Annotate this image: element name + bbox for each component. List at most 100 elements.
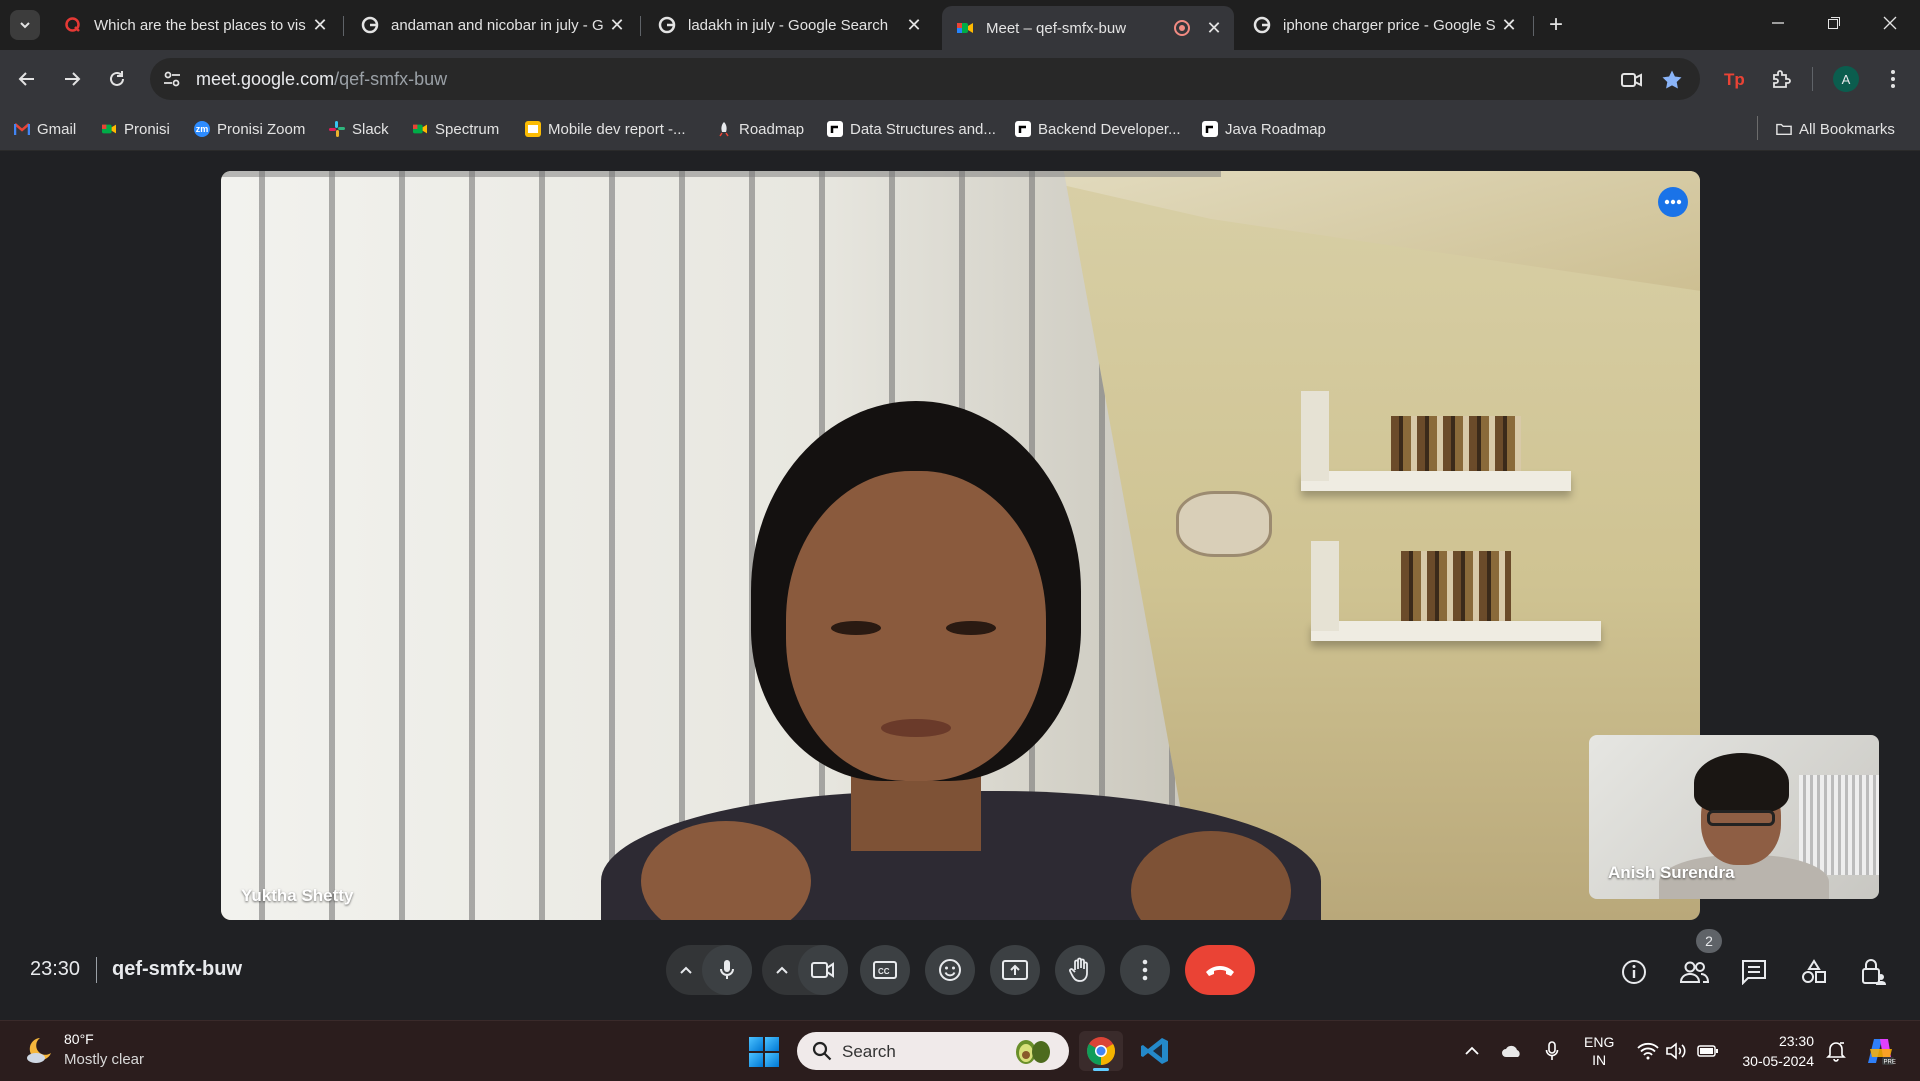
tab-quora[interactable]: Which are the best places to vis ✕ [50,6,340,44]
language-indicator[interactable]: ENG IN [1584,1033,1614,1069]
self-video-tile[interactable]: Anish Surendra [1589,735,1879,899]
taskbar-chrome[interactable] [1079,1031,1123,1071]
reload-button[interactable] [101,63,133,95]
all-bookmarks-button[interactable]: All Bookmarks [1776,116,1895,142]
chat-button[interactable] [1737,955,1771,989]
bookmark-backend-developer[interactable]: Backend Developer... [1015,116,1181,142]
tab-andaman[interactable]: andaman and nicobar in july - G ✕ [347,6,637,44]
bookmark-label: Java Roadmap [1225,120,1326,138]
close-tab-icon[interactable]: ✕ [904,15,924,35]
leave-call-button[interactable] [1185,945,1255,995]
tab-ladakh[interactable]: ladakh in july - Google Search ✕ [644,6,934,44]
forward-button[interactable] [56,63,88,95]
tab-iphone-charger[interactable]: iphone charger price - Google S ✕ [1239,6,1529,44]
bookmark-mobile-dev-report[interactable]: Mobile dev report -... [525,116,686,142]
more-horizontal-icon [1664,199,1682,205]
tab-divider [640,16,641,36]
people-button[interactable] [1677,955,1711,989]
back-button[interactable] [11,63,43,95]
bookmark-pronisi[interactable]: Pronisi [101,116,170,142]
bookmark-data-structures[interactable]: Data Structures and... [827,116,996,142]
microphone-button[interactable] [702,945,752,995]
close-tab-icon[interactable]: ✕ [310,15,330,35]
host-controls-button[interactable] [1857,955,1891,989]
system-clock[interactable]: 23:30 30-05-2024 [1738,1031,1814,1071]
tab-meet[interactable]: Meet – qef-smfx-buw ✕ [942,6,1234,50]
moon-cloud-icon[interactable] [22,1035,54,1067]
new-tab-button[interactable]: + [1543,11,1569,38]
onedrive-icon[interactable] [1500,1039,1524,1063]
arrow-right-icon [65,72,81,86]
avocado-icon [1016,1040,1050,1064]
bookmark-spectrum[interactable]: Spectrum [412,116,499,142]
volume-icon[interactable] [1664,1039,1688,1063]
reactions-button[interactable] [925,945,975,995]
video-books-lower [1401,551,1511,626]
tab-search-button[interactable] [10,10,40,40]
people-icon [1679,961,1709,983]
google-icon [1253,16,1271,34]
restore-icon [1828,17,1840,29]
language-code: ENG [1584,1034,1615,1050]
taskbar-search[interactable]: Search [797,1032,1069,1070]
self-video-window [1799,775,1879,875]
windows-start-icon[interactable] [749,1037,779,1067]
raise-hand-button[interactable] [1055,945,1105,995]
copilot-icon[interactable]: PRE [1864,1035,1896,1067]
weather-temperature[interactable]: 80°F [64,1031,94,1047]
tile-options-button[interactable] [1658,187,1688,217]
bookmark-java-roadmap[interactable]: Java Roadmap [1202,116,1326,142]
extension-tp-icon[interactable]: Tp [1719,63,1751,95]
activities-button[interactable] [1797,955,1831,989]
captions-button[interactable]: CC [860,945,910,995]
meet-icon [956,19,974,37]
video-shelf-lower [1311,621,1601,641]
bookmark-pronisi-zoom[interactable]: zm Pronisi Zoom [194,116,305,142]
show-hidden-icons-button[interactable] [1460,1039,1484,1063]
taskbar-vscode[interactable] [1133,1031,1177,1071]
battery-icon[interactable] [1696,1039,1720,1063]
address-bar[interactable]: meet.google.com/qef-smfx-buw [150,58,1700,100]
camera-button[interactable] [798,945,848,995]
bookmark-gmail[interactable]: Gmail [14,116,76,142]
google-icon [361,16,379,34]
bookmark-roadmap[interactable]: Roadmap [716,116,804,142]
video-eye-right [946,621,996,635]
bookmark-slack[interactable]: Slack [329,116,389,142]
present-screen-icon [1002,960,1028,980]
wifi-icon[interactable] [1636,1039,1660,1063]
close-tab-icon[interactable]: ✕ [1204,18,1224,38]
url-text[interactable]: meet.google.com/qef-smfx-buw [196,69,447,90]
site-settings-icon[interactable] [162,69,182,89]
self-video-hair [1694,753,1789,813]
close-tab-icon[interactable]: ✕ [607,15,627,35]
present-screen-button[interactable] [990,945,1040,995]
bookmark-label: Backend Developer... [1038,120,1181,138]
rocket-icon [716,121,732,137]
zoom-icon: zm [194,121,210,137]
camera-in-use-icon[interactable] [1620,68,1644,92]
roadmap-sh-icon [827,121,843,137]
bookmark-label: Gmail [37,120,77,138]
hang-up-icon [1206,966,1234,976]
minimize-button[interactable] [1750,0,1806,46]
main-video-tile[interactable]: Yuktha Shetty [221,171,1700,920]
search-label: Search [842,1042,896,1061]
profile-button[interactable]: A [1830,63,1862,95]
bookmark-label: All Bookmarks [1799,120,1895,138]
video-options-button[interactable] [764,945,800,995]
microphone-tray-icon[interactable] [1540,1039,1564,1063]
close-icon [1883,16,1897,30]
notifications-bell-icon[interactable] [1824,1039,1848,1063]
extensions-puzzle-icon[interactable] [1765,63,1797,95]
bookmark-star-icon[interactable] [1660,68,1684,92]
browser-menu-button[interactable] [1877,63,1909,95]
bookmark-label: Pronisi Zoom [217,120,306,138]
close-window-button[interactable] [1862,0,1918,46]
more-options-button[interactable] [1120,945,1170,995]
restore-button[interactable] [1806,0,1862,46]
audio-options-button[interactable] [668,945,704,995]
close-tab-icon[interactable]: ✕ [1499,15,1519,35]
weather-description[interactable]: Mostly clear [64,1051,144,1068]
meeting-details-button[interactable] [1617,955,1651,989]
